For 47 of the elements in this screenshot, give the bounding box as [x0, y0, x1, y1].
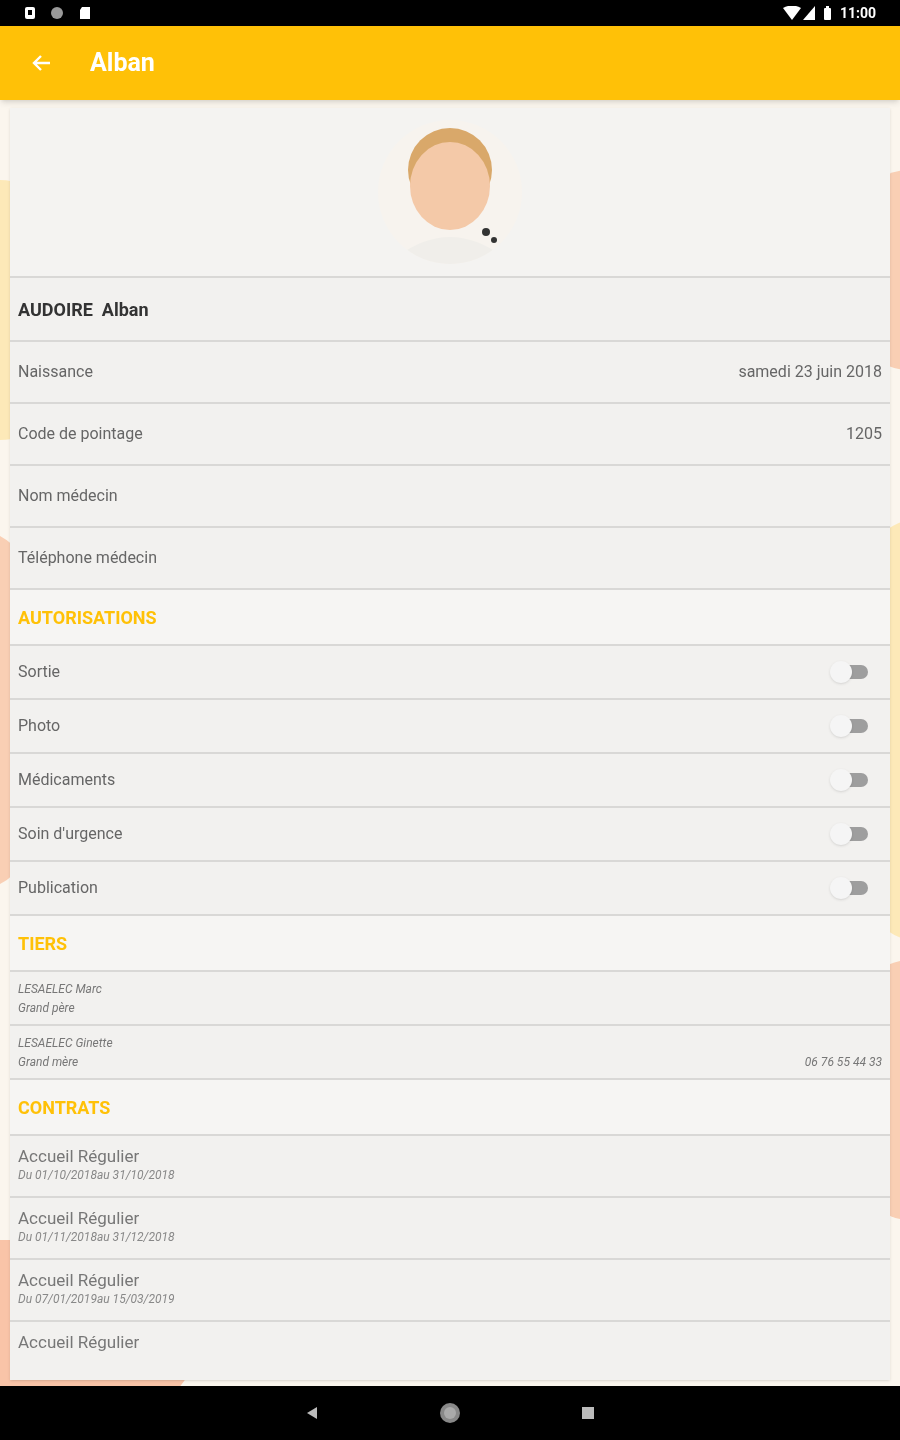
signal-icon: [802, 6, 815, 20]
switch-label: Médicaments: [18, 769, 116, 791]
home-nav-icon[interactable]: [439, 1402, 461, 1424]
field-label: Naissance: [18, 361, 93, 383]
recents-nav-icon[interactable]: [581, 1406, 595, 1420]
sd-card-icon: [78, 6, 92, 20]
toggle-switch[interactable]: [830, 769, 870, 791]
notification-icon: [50, 6, 64, 20]
contract-period: Du 01/10/2018au 31/10/2018: [18, 1167, 176, 1183]
status-time: 11:00: [839, 3, 876, 23]
section-header: TIERS: [18, 931, 68, 956]
switch-label: Sortie: [18, 661, 61, 683]
back-nav-icon[interactable]: [305, 1405, 319, 1421]
contract-item[interactable]: Accueil Régulier Du 01/10/2018au 31/10/2018: [10, 1136, 890, 1196]
contact-name: LESAELEC Marc: [18, 981, 102, 997]
field-label: Téléphone médecin: [18, 547, 157, 569]
contract-title: Accueil Régulier: [18, 1145, 141, 1167]
contact-name: LESAELEC Ginette: [18, 1035, 113, 1051]
field-label: Code de pointage: [18, 423, 143, 445]
contract-title: Accueil Régulier: [18, 1269, 141, 1291]
battery-icon: [822, 6, 832, 20]
contact-phone: 06 76 55 44 33: [804, 1054, 882, 1070]
wifi-icon: [782, 6, 801, 20]
contract-title: Accueil Régulier: [18, 1331, 141, 1353]
contract-period: Du 07/01/2019au 15/03/2019: [18, 1291, 176, 1307]
field-value: 1205: [846, 423, 882, 445]
contract-period: Du 01/11/2018au 31/12/2018: [18, 1229, 176, 1245]
contract-item[interactable]: Accueil Régulier Du 07/01/2019au 15/03/2019: [10, 1260, 890, 1320]
app-bar-title: Alban: [90, 47, 155, 80]
toggle-switch[interactable]: [830, 715, 870, 737]
notification-icon: [24, 6, 36, 20]
contact-relation: Grand mère: [18, 1054, 80, 1070]
child-name: AUDOIRE Alban: [18, 297, 149, 322]
contract-item[interactable]: Accueil Régulier Du 01/11/2018au 31/12/2018: [10, 1198, 890, 1258]
switch-label: Photo: [18, 715, 61, 737]
field-label: Nom médecin: [18, 485, 118, 507]
toggle-switch[interactable]: [830, 877, 870, 899]
contract-title: Accueil Régulier: [18, 1207, 141, 1229]
toggle-switch[interactable]: [830, 823, 870, 845]
switch-label: Soin d'urgence: [18, 823, 123, 845]
field-value: samedi 23 juin 2018: [738, 361, 882, 383]
contract-item[interactable]: Accueil Régulier: [10, 1322, 890, 1380]
switch-label: Publication: [18, 877, 98, 899]
section-header: CONTRATS: [18, 1095, 111, 1120]
toggle-switch[interactable]: [830, 661, 870, 683]
contact-relation: Grand père: [18, 1000, 76, 1016]
section-header: AUTORISATIONS: [18, 605, 157, 630]
